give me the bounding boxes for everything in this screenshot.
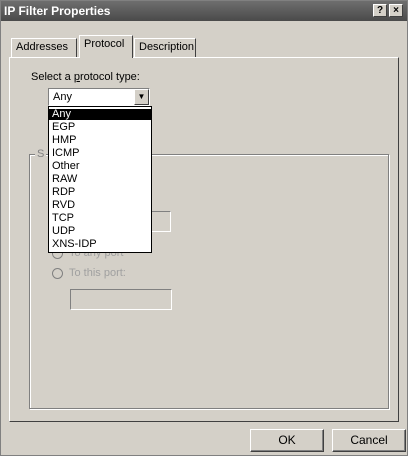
protocol-option[interactable]: UDP — [49, 226, 151, 237]
tab-protocol[interactable]: Protocol — [79, 35, 133, 58]
tab-description[interactable]: Description — [134, 38, 196, 57]
cancel-button[interactable]: Cancel — [332, 429, 406, 452]
protocol-option[interactable]: Other — [49, 161, 151, 172]
combobox-value: Any — [53, 91, 72, 103]
ip-filter-properties-window: IP Filter Properties ? × Addresses Proto… — [0, 0, 408, 456]
port-groupbox-label: S — [35, 148, 47, 160]
protocol-option[interactable]: RDP — [49, 187, 151, 198]
label-prefix: Select a — [31, 71, 74, 83]
protocol-option[interactable]: ICMP — [49, 148, 151, 159]
label-suffix: rotocol type: — [79, 71, 140, 83]
ok-button[interactable]: OK — [250, 429, 324, 452]
protocol-option[interactable]: TCP — [49, 213, 151, 224]
title-bar[interactable]: IP Filter Properties ? × — [1, 1, 407, 21]
tab-addresses[interactable]: Addresses — [11, 38, 77, 57]
protocol-option[interactable]: HMP — [49, 135, 151, 146]
to-this-port-label: To this port: — [69, 267, 126, 279]
protocol-option[interactable]: Any — [49, 109, 151, 120]
close-button[interactable]: × — [389, 4, 403, 17]
window-title: IP Filter Properties — [4, 4, 111, 18]
protocol-option[interactable]: XNS-IDP — [49, 239, 151, 250]
protocol-option[interactable]: RAW — [49, 174, 151, 185]
chevron-down-icon[interactable]: ▼ — [134, 89, 149, 105]
to-port-field — [70, 289, 172, 310]
protocol-dropdown-list[interactable]: Any EGP HMP ICMP Other RAW RDP RVD TCP U… — [48, 106, 152, 253]
help-button[interactable]: ? — [373, 4, 387, 17]
to-this-port-radio[interactable] — [52, 268, 63, 279]
protocol-type-combobox[interactable]: Any ▼ — [48, 88, 150, 106]
protocol-type-label: Select a protocol type: — [31, 71, 140, 83]
protocol-option[interactable]: RVD — [49, 200, 151, 211]
protocol-option[interactable]: EGP — [49, 122, 151, 133]
